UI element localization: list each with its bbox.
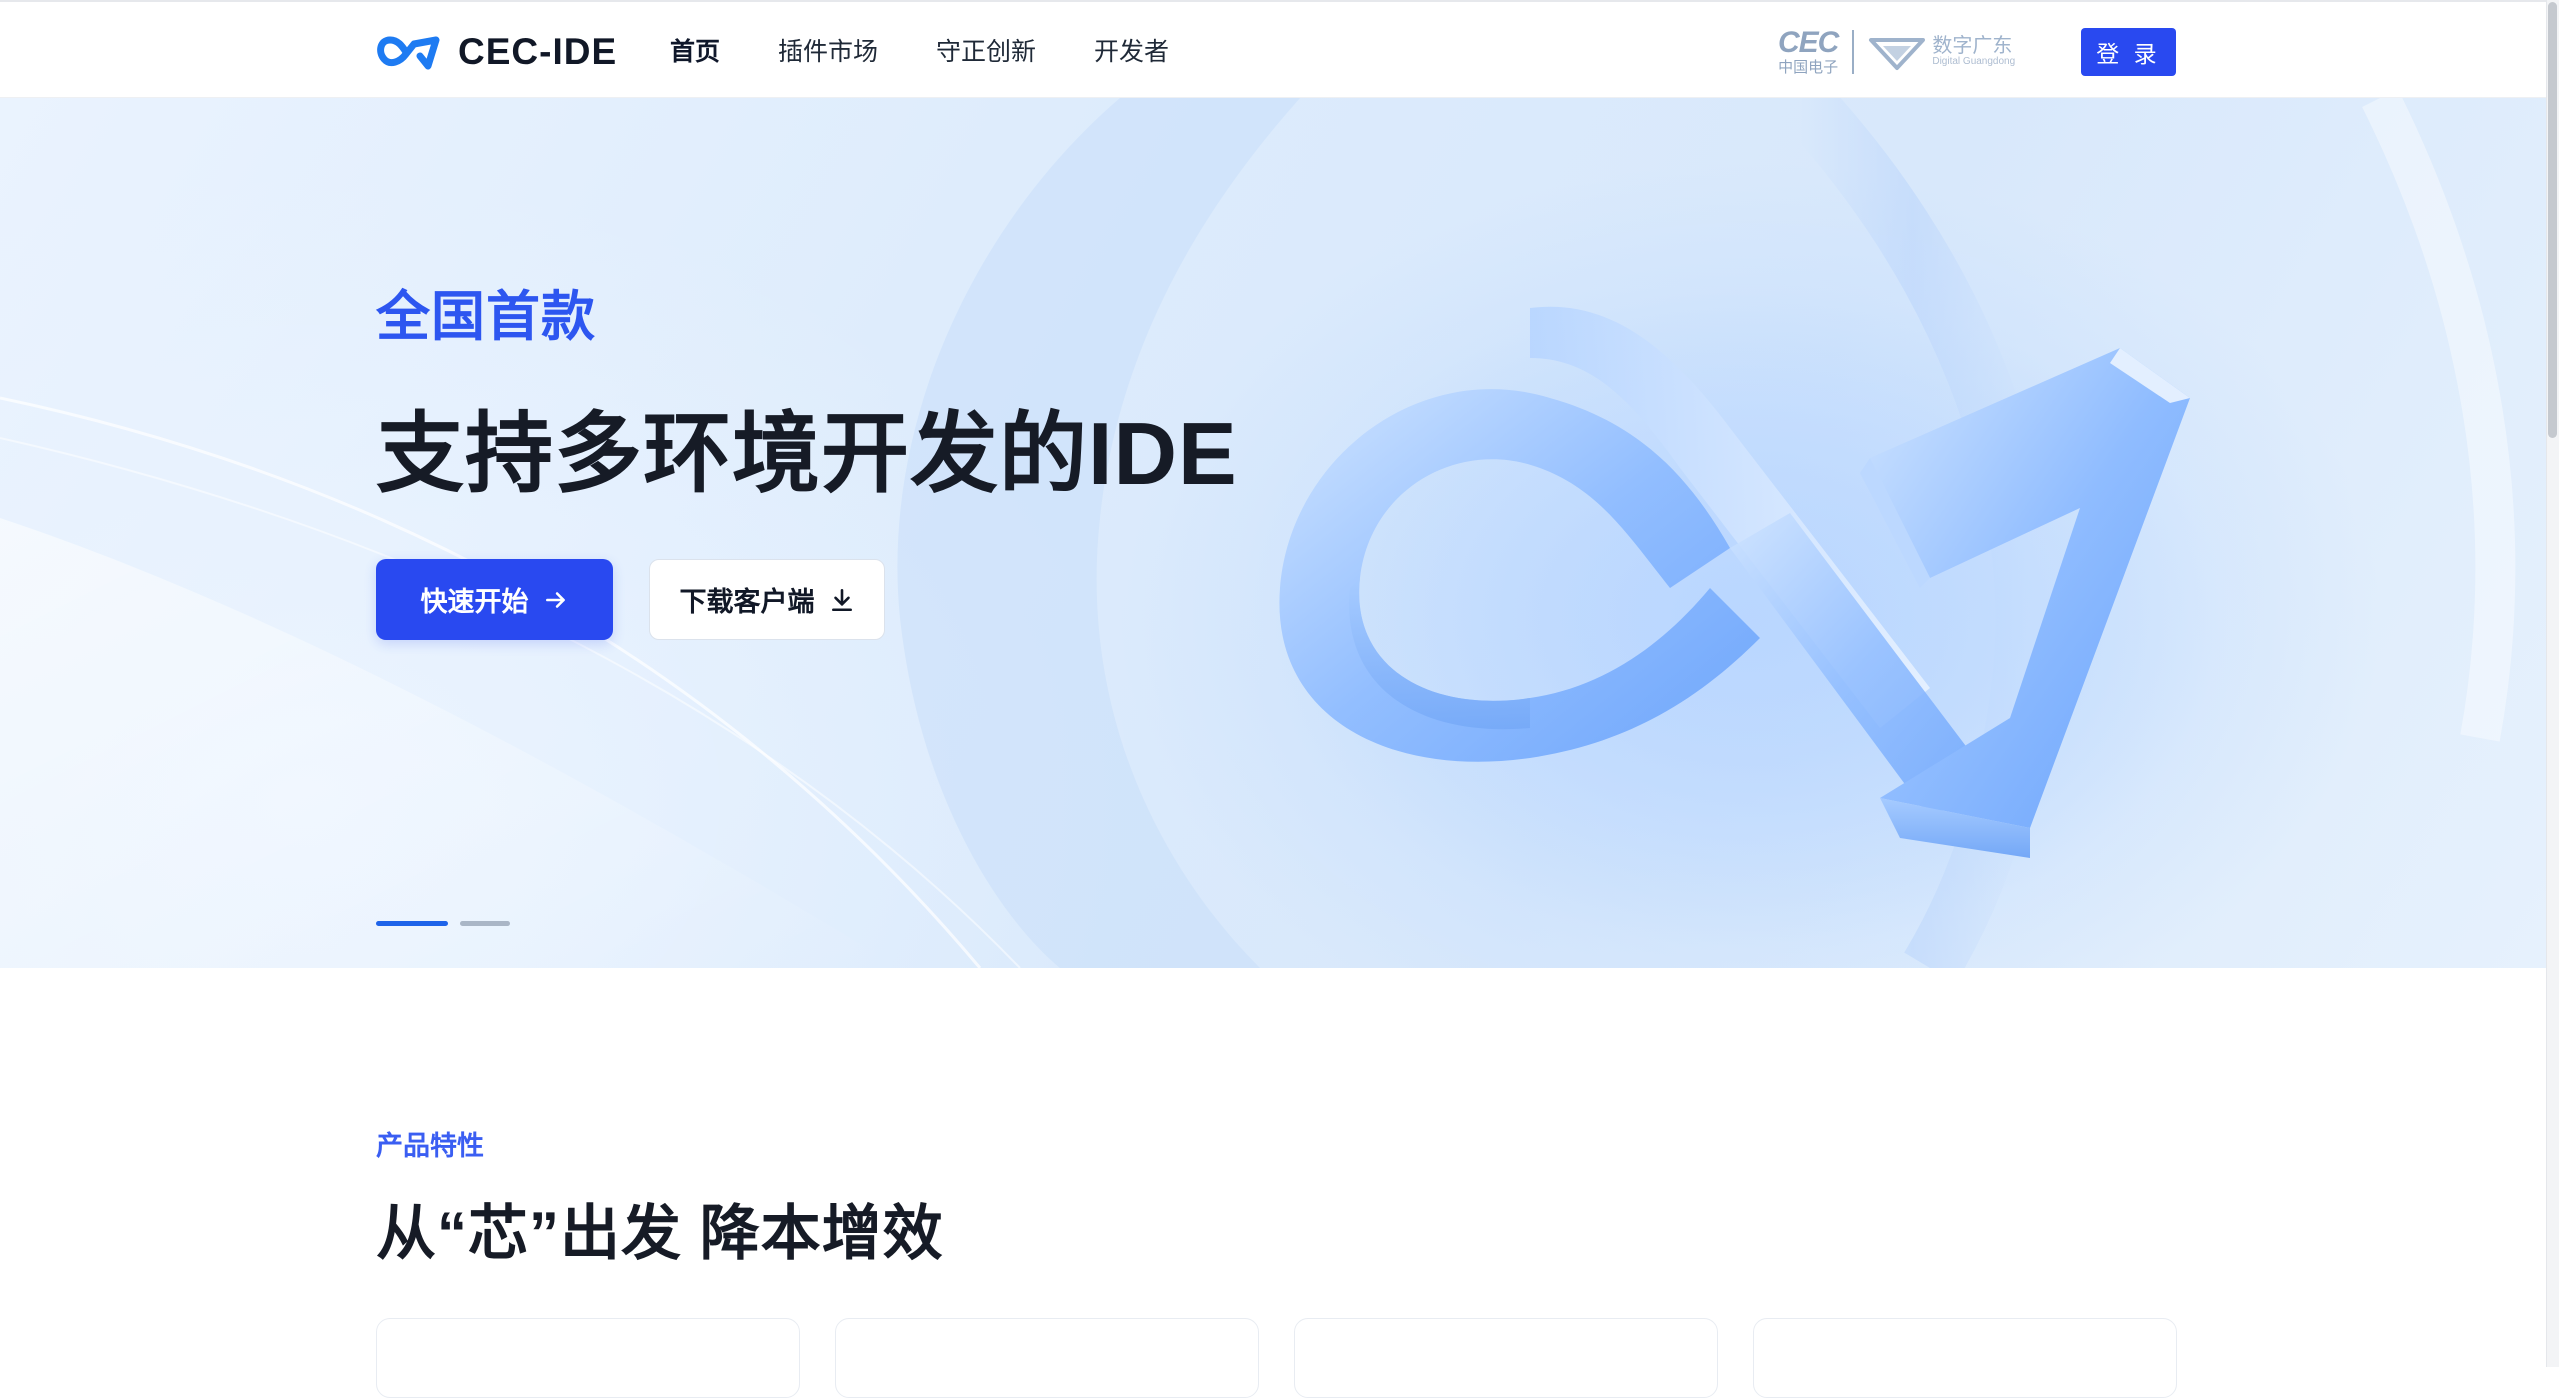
quick-start-button[interactable]: 快速开始 (376, 559, 613, 640)
carousel-indicators (376, 921, 510, 926)
digital-guangdong-subtitle: Digital Guangdong (1932, 55, 2016, 67)
nav-item-home[interactable]: 首页 (670, 32, 720, 72)
top-navigation-bar: CEC-IDE 首页 插件市场 守正创新 开发者 CEC 中国电子 数字广东 D… (0, 0, 2546, 98)
nav-item-plugin-market[interactable]: 插件市场 (778, 32, 878, 72)
features-title: 从“芯”出发 降本增效 (376, 1200, 944, 1267)
cec-subtitle: 中国电子 (1778, 59, 1839, 76)
cec-partner-logo: CEC 中国电子 (1778, 26, 1839, 76)
brand-logo[interactable]: CEC-IDE (376, 30, 617, 74)
digital-guangdong-emblem-icon (1869, 37, 1926, 70)
arrow-right-icon (545, 591, 565, 608)
nav-item-developer[interactable]: 开发者 (1094, 32, 1169, 72)
feature-card[interactable] (376, 1318, 800, 1398)
main-nav: 首页 插件市场 守正创新 开发者 (670, 32, 1227, 72)
brand-name: CEC-IDE (458, 31, 618, 72)
vertical-scrollbar-thumb[interactable] (2548, 2, 2557, 438)
hero-banner: 全国首款 支持多环境开发的IDE 快速开始 下载客户端 (0, 98, 2546, 968)
hero-3d-logo-illustration (1279, 288, 2220, 948)
carousel-dot-1[interactable] (376, 921, 448, 926)
partner-divider (1852, 29, 1855, 74)
download-client-button[interactable]: 下载客户端 (649, 559, 885, 640)
cec-mark: CEC (1778, 26, 1839, 59)
digital-guangdong-logo: 数字广东 Digital Guangdong (1868, 32, 2015, 72)
partner-logos: CEC 中国电子 数字广东 Digital Guangdong (1778, 26, 2015, 76)
feature-card[interactable] (1753, 1318, 2177, 1398)
infinity-logo-icon (377, 36, 440, 70)
feature-card[interactable] (1294, 1318, 1718, 1398)
download-icon (831, 588, 852, 611)
feature-card[interactable] (835, 1318, 1259, 1398)
hero-title: 支持多环境开发的IDE (376, 404, 1238, 503)
download-client-label: 下载客户端 (679, 587, 815, 617)
nav-item-innovation[interactable]: 守正创新 (936, 32, 1036, 72)
carousel-dot-2[interactable] (460, 921, 510, 926)
login-button[interactable]: 登 录 (2081, 28, 2176, 76)
quick-start-label: 快速开始 (420, 587, 529, 617)
digital-guangdong-name: 数字广东 (1932, 34, 2013, 57)
features-eyebrow: 产品特性 (376, 1131, 484, 1161)
hero-eyebrow: 全国首款 (376, 287, 596, 347)
